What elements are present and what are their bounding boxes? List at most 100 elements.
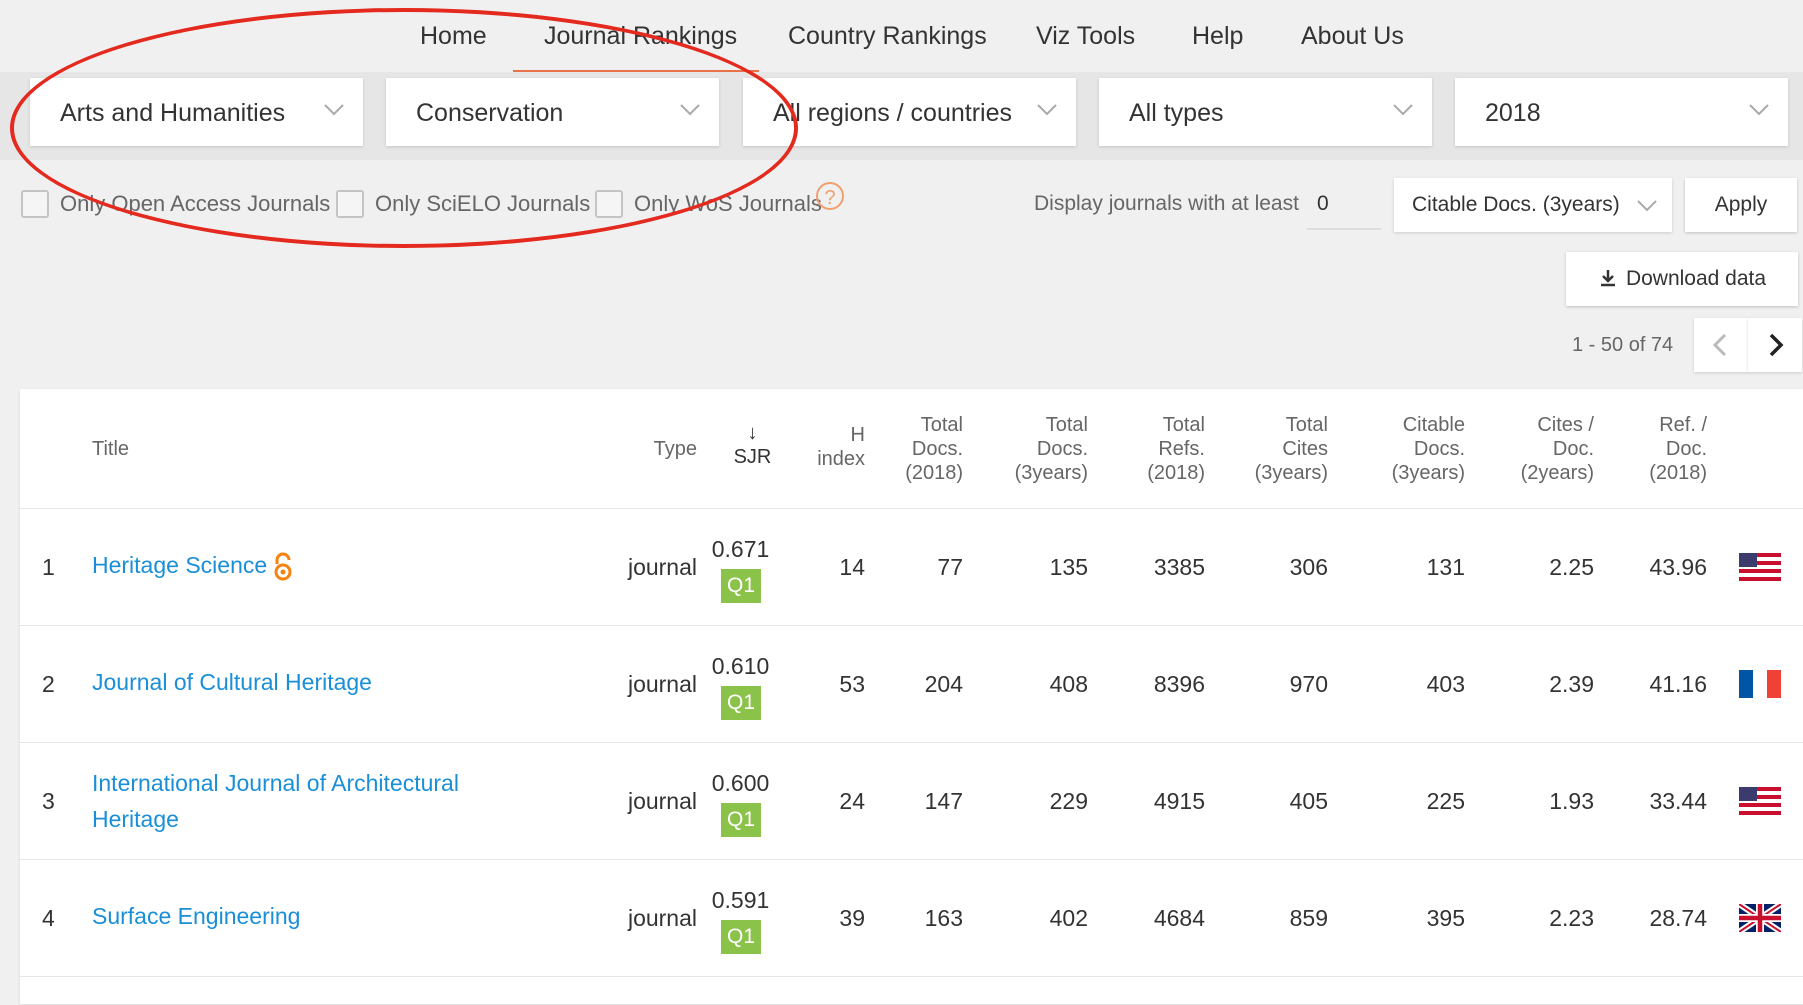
h-index: 39 xyxy=(839,905,865,931)
citable-docs: 225 xyxy=(1426,788,1465,814)
header-total-refs[interactable]: Total Refs. (2018) xyxy=(1110,413,1205,485)
subject-area-dropdown[interactable]: Arts and Humanities xyxy=(30,78,363,146)
total-docs-2018: 147 xyxy=(924,788,963,814)
subject-category-dropdown[interactable]: Conservation xyxy=(386,78,719,146)
total-docs-2018: 77 xyxy=(937,554,963,580)
citable-docs: 131 xyxy=(1426,554,1465,580)
sjr-value: 0.610 xyxy=(711,653,770,679)
open-access-icon xyxy=(274,552,292,581)
header-text: Doc. xyxy=(1665,438,1707,460)
year-value: 2018 xyxy=(1485,99,1541,127)
header-title[interactable]: Title xyxy=(92,437,129,461)
region-value: All regions / countries xyxy=(773,99,1013,127)
rank: 2 xyxy=(42,671,55,697)
us-flag-icon xyxy=(1739,553,1781,581)
scielo-checkbox[interactable] xyxy=(336,190,364,218)
open-access-label[interactable]: Only Open Access Journals xyxy=(60,191,330,217)
total-docs-2018: 204 xyxy=(924,671,963,697)
chevron-down-icon xyxy=(1637,200,1657,212)
header-text: H xyxy=(850,424,865,446)
nav-viz-tools[interactable]: Viz Tools xyxy=(1036,22,1135,51)
sjr-value: 0.591 xyxy=(711,887,770,913)
nav-help[interactable]: Help xyxy=(1192,22,1243,51)
total-refs: 4684 xyxy=(1153,905,1205,931)
scielo-label[interactable]: Only SciELO Journals xyxy=(375,191,590,217)
type-value: All types xyxy=(1129,99,1224,127)
open-access-checkbox[interactable] xyxy=(21,190,49,218)
threshold-metric-dropdown[interactable]: Citable Docs. (3years) xyxy=(1394,178,1672,232)
cites-per-doc: 1.93 xyxy=(1549,788,1594,814)
nav-home[interactable]: Home xyxy=(420,22,487,51)
journal-title-link[interactable]: Journal of Cultural Heritage xyxy=(92,664,372,700)
total-docs-3years: 229 xyxy=(1049,788,1088,814)
journal-title-link[interactable]: Surface Engineering xyxy=(92,898,300,934)
header-text: (2018) xyxy=(1147,462,1205,484)
quartile-badge: Q1 xyxy=(721,686,761,720)
citable-docs: 395 xyxy=(1426,905,1465,931)
table-row: 3 International Journal of Architectural… xyxy=(20,742,1803,860)
header-h-index[interactable]: H index xyxy=(790,423,865,471)
header-sjr-label: SJR xyxy=(733,446,772,468)
header-text: (2018) xyxy=(1649,462,1707,484)
ref-per-doc: 41.16 xyxy=(1649,671,1707,697)
region-dropdown[interactable]: All regions / countries xyxy=(743,78,1076,146)
journal-title[interactable]: Heritage Science xyxy=(92,552,267,578)
download-data-button[interactable]: Download data xyxy=(1566,252,1798,306)
threshold-metric-value: Citable Docs. (3years) xyxy=(1412,193,1620,216)
header-text: Citable xyxy=(1402,414,1465,436)
quartile-badge: Q1 xyxy=(721,920,761,954)
next-page-button[interactable] xyxy=(1748,318,1802,372)
header-text: Total xyxy=(1045,414,1088,436)
quartile-badge: Q1 xyxy=(721,803,761,837)
nav-country-rankings[interactable]: Country Rankings xyxy=(788,22,987,51)
rank: 4 xyxy=(42,905,55,931)
h-index: 24 xyxy=(839,788,865,814)
header-citable-docs[interactable]: Citable Docs. (3years) xyxy=(1365,413,1465,485)
threshold-input[interactable] xyxy=(1307,180,1381,230)
header-cites-per-doc[interactable]: Cites / Doc. (2years) xyxy=(1494,413,1594,485)
nav-journal-rankings[interactable]: Journal Rankings xyxy=(544,22,737,51)
header-text: Cites / xyxy=(1537,414,1594,436)
chevron-down-icon xyxy=(324,104,344,116)
header-text: Refs. xyxy=(1158,438,1205,460)
ref-per-doc: 43.96 xyxy=(1649,554,1707,580)
header-type[interactable]: Type xyxy=(632,437,697,461)
apply-button[interactable]: Apply xyxy=(1685,178,1797,232)
type-dropdown[interactable]: All types xyxy=(1099,78,1432,146)
header-text: (3years) xyxy=(1391,462,1465,484)
total-docs-3years: 135 xyxy=(1049,554,1088,580)
ref-per-doc: 33.44 xyxy=(1649,788,1707,814)
journal-title-link[interactable]: Heritage Science xyxy=(92,547,293,583)
prev-page-button[interactable] xyxy=(1694,318,1748,372)
header-text: Docs. xyxy=(1413,438,1465,460)
chevron-down-icon xyxy=(1393,104,1413,116)
header-total-docs-2018[interactable]: Total Docs. (2018) xyxy=(878,413,963,485)
table-row: 2 Journal of Cultural Heritage journal 0… xyxy=(20,625,1803,743)
nav-about-us[interactable]: About Us xyxy=(1301,22,1404,51)
journal-title-line[interactable]: Heritage xyxy=(92,801,459,837)
header-ref-per-doc[interactable]: Ref. / Doc. (2018) xyxy=(1617,413,1707,485)
cites-per-doc: 2.25 xyxy=(1549,554,1594,580)
journal-title-line[interactable]: International Journal of Architectural xyxy=(92,765,459,801)
table-row: 1 Heritage Science journal 0.671 Q1 14 7… xyxy=(20,508,1803,626)
journal-type: journal xyxy=(627,788,697,814)
header-total-docs-3years[interactable]: Total Docs. (3years) xyxy=(988,413,1088,485)
header-text: Doc. xyxy=(1552,438,1594,460)
wos-label[interactable]: Only WoS Journals xyxy=(634,191,822,217)
header-total-cites[interactable]: Total Cites (3years) xyxy=(1228,413,1328,485)
year-dropdown[interactable]: 2018 xyxy=(1455,78,1788,146)
download-label: Download data xyxy=(1625,267,1767,290)
header-sjr[interactable]: ↓ SJR xyxy=(720,421,785,469)
header-text: Total xyxy=(1162,414,1205,436)
total-refs: 3385 xyxy=(1153,554,1205,580)
total-refs: 4915 xyxy=(1153,788,1205,814)
total-cites: 405 xyxy=(1289,788,1328,814)
wos-checkbox[interactable] xyxy=(595,190,623,218)
help-icon[interactable]: ? xyxy=(816,182,844,210)
table-row xyxy=(20,976,1803,1005)
total-docs-3years: 408 xyxy=(1049,671,1088,697)
journal-title-link[interactable]: International Journal of Architectural H… xyxy=(92,765,459,837)
sjr-value: 0.671 xyxy=(711,536,770,562)
ref-per-doc: 28.74 xyxy=(1649,905,1707,931)
sort-down-icon: ↓ xyxy=(747,422,758,444)
